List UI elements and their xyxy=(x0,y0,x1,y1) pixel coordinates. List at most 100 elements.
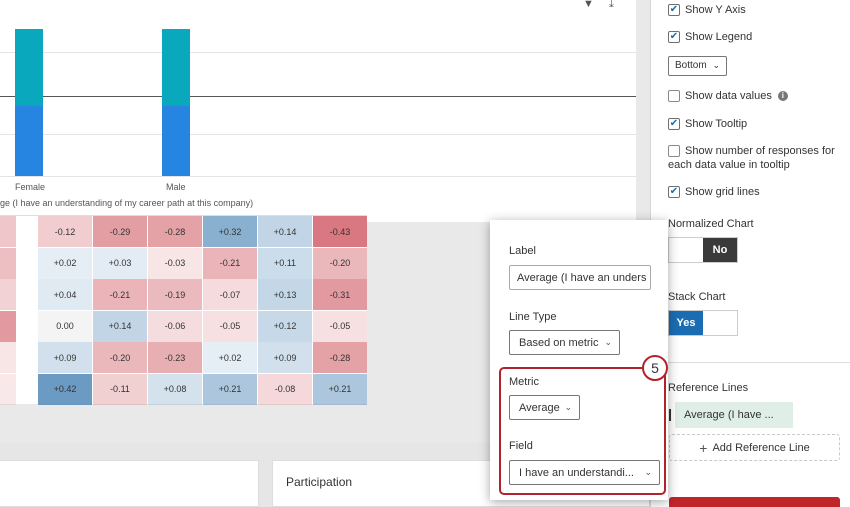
heatmap-cell: -0.12 xyxy=(38,216,92,247)
select-value: Based on metric xyxy=(519,337,599,349)
heatmap-cell: +0.14 xyxy=(93,310,147,342)
settings-panel: ✔ Show Y Axis ✔ Show Legend Bottom ⌄ Sho… xyxy=(650,0,850,507)
reference-lines-label: Reference Lines xyxy=(668,382,749,394)
reference-line xyxy=(0,96,636,97)
toggle-yes[interactable]: Yes xyxy=(669,311,703,335)
option-label: Show number of responses for xyxy=(685,145,835,157)
show-responses-option[interactable]: Show number of responses for xyxy=(668,144,835,158)
heatmap-cell: -0.14 xyxy=(0,216,16,247)
line-type-title: Line Type xyxy=(509,311,557,323)
heatmap-cell: -0.11 xyxy=(93,373,147,405)
reference-line-chip[interactable]: Average (I have ... xyxy=(675,402,793,428)
heatmap-cell: +0.12 xyxy=(258,310,312,342)
grid-line xyxy=(0,176,636,177)
chevron-down-icon: ⌄ xyxy=(604,337,612,347)
heatmap-cell: -0.23 xyxy=(148,342,202,373)
checkbox-checked[interactable]: ✔ xyxy=(668,31,680,43)
heatmap-cell: +0.13 xyxy=(258,279,312,310)
heatmap-cell: +0.32 xyxy=(203,216,257,247)
heatmap-cell: +0.21 xyxy=(313,373,367,405)
table-row: -0.14 -0.12-0.29-0.28+0.32+0.14-0.43 xyxy=(0,216,367,247)
option-label: Show grid lines xyxy=(685,186,760,198)
add-reference-line-button[interactable]: + Add Reference Line xyxy=(669,434,840,461)
step-badge: 5 xyxy=(642,355,668,381)
toggle-blank[interactable] xyxy=(703,311,737,335)
heatmap-cell: -0.20 xyxy=(313,247,367,279)
label-input[interactable]: Average (I have an unders xyxy=(509,265,651,290)
heatmap-cell: -0.03 xyxy=(148,247,202,279)
chart-card: ▼ ⤓ Female Male ge (I have an understand… xyxy=(0,0,636,222)
checkbox-checked[interactable]: ✔ xyxy=(668,4,680,16)
red-action-button[interactable] xyxy=(669,497,840,507)
bar-female-segment-1[interactable] xyxy=(15,28,43,107)
heatmap-cell: -0.06 xyxy=(148,310,202,342)
option-label: Show Y Axis xyxy=(685,4,746,16)
heatmap-cell: +0.42 xyxy=(38,373,92,405)
callout-highlight xyxy=(499,367,666,495)
heatmap-cell: -0.02 xyxy=(0,373,16,405)
heatmap-cell: -0.19 xyxy=(148,279,202,310)
heatmap-table: -0.14-0.12-0.29-0.28+0.32+0.14-0.43-0.17… xyxy=(0,215,367,405)
heatmap-cell: -0.43 xyxy=(313,216,367,247)
x-tick-label: Female xyxy=(15,182,46,192)
stack-chart-toggle[interactable]: Yes xyxy=(668,310,738,336)
normalized-chart-toggle[interactable]: No xyxy=(668,237,738,263)
plus-icon: + xyxy=(699,439,708,456)
heatmap-cell: +0.02 xyxy=(203,342,257,373)
toggle-no[interactable]: No xyxy=(703,238,737,262)
heatmap-cell: +0.08 xyxy=(148,373,202,405)
heatmap-cell: +0.09 xyxy=(38,342,92,373)
drag-handle[interactable] xyxy=(669,409,671,421)
heatmap-cell: -0.03 xyxy=(0,342,16,373)
label-field-title: Label xyxy=(509,245,536,257)
checkbox-unchecked[interactable] xyxy=(668,90,680,102)
heatmap-cell: -0.05 xyxy=(313,310,367,342)
download-icon[interactable]: ⤓ xyxy=(609,0,614,11)
heatmap-cell: -0.17 xyxy=(0,247,16,279)
info-icon[interactable]: i xyxy=(777,91,788,101)
show-grid-lines-option[interactable]: ✔ Show grid lines xyxy=(668,185,760,199)
heatmap-cell: -0.31 xyxy=(313,279,367,310)
checkbox-unchecked[interactable] xyxy=(668,145,680,157)
heatmap-cell: -0.10 xyxy=(0,279,16,310)
show-y-axis-option[interactable]: ✔ Show Y Axis xyxy=(668,3,746,17)
show-data-values-option[interactable]: Show data values i xyxy=(668,89,788,103)
heatmap-cell: -0.07 xyxy=(203,279,257,310)
heatmap-cell: -0.28 xyxy=(148,216,202,247)
checkbox-checked[interactable]: ✔ xyxy=(668,118,680,130)
heatmap-cell: +0.03 xyxy=(93,247,147,279)
option-label-continued: each data value in tooltip xyxy=(668,159,790,171)
checkbox-checked[interactable]: ✔ xyxy=(668,186,680,198)
show-tooltip-option[interactable]: ✔ Show Tooltip xyxy=(668,117,747,131)
stack-chart-label: Stack Chart xyxy=(668,291,726,303)
table-row: -0.310.00+0.14-0.06-0.05+0.12-0.05 xyxy=(0,310,367,342)
heatmap-cell: 0.00 xyxy=(38,310,92,342)
heatmap-cell: -0.05 xyxy=(203,310,257,342)
heatmap-cell: -0.08 xyxy=(258,373,312,405)
bar-male-segment-0[interactable] xyxy=(162,106,190,176)
filter-icon[interactable]: ▼ xyxy=(583,0,594,10)
normalized-chart-label: Normalized Chart xyxy=(668,218,754,230)
table-row: -0.17 +0.02+0.03-0.03-0.21+0.11-0.20 xyxy=(0,247,367,279)
heatmap-cell: -0.29 xyxy=(93,216,147,247)
table-row: -0.10 +0.04-0.21-0.19-0.07+0.13-0.31 xyxy=(0,279,367,310)
heatmap-cell: +0.02 xyxy=(38,247,92,279)
heatmap-cell: +0.21 xyxy=(203,373,257,405)
legend-position-select[interactable]: Bottom ⌄ xyxy=(668,56,727,76)
bar-female-segment-0[interactable] xyxy=(15,106,43,176)
divider xyxy=(668,362,850,363)
heatmap-cell: -0.20 xyxy=(93,342,147,373)
x-tick-label: Male xyxy=(166,182,186,192)
toggle-blank[interactable] xyxy=(669,238,703,262)
heatmap-cell: -0.21 xyxy=(93,279,147,310)
heatmap-cell: +0.04 xyxy=(38,279,92,310)
heatmap-cell: -0.28 xyxy=(313,342,367,373)
line-type-select[interactable]: Based on metric ⌄ xyxy=(509,330,620,355)
show-legend-option[interactable]: ✔ Show Legend xyxy=(668,30,752,44)
option-label: Show Tooltip xyxy=(685,118,748,130)
option-label: Show Legend xyxy=(685,31,753,43)
heatmap-cell: -0.31 xyxy=(0,310,16,342)
chart-legend-caption: ge (I have an understanding of my career… xyxy=(0,198,254,208)
bar-male-segment-1[interactable] xyxy=(162,28,190,107)
widget-card xyxy=(0,460,259,507)
